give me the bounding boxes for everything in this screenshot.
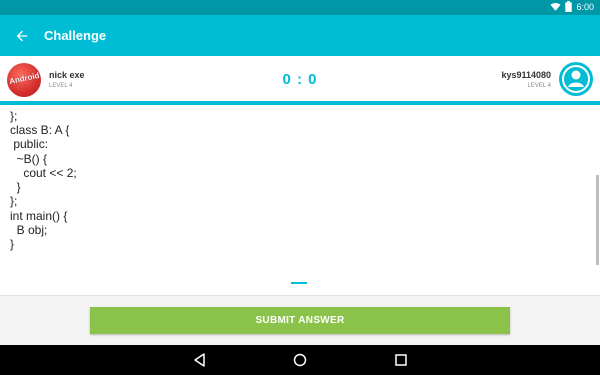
code-line: } bbox=[10, 180, 21, 194]
wifi-icon bbox=[550, 2, 561, 11]
score: 0 : 0 bbox=[282, 71, 318, 88]
code-line: ~B() { bbox=[10, 152, 48, 166]
status-bar: 6:00 bbox=[0, 0, 600, 15]
battery-icon bbox=[565, 1, 573, 12]
back-triangle-icon[interactable] bbox=[192, 352, 208, 368]
app-bar: Challenge bbox=[0, 15, 600, 56]
code-line: B obj; bbox=[10, 223, 48, 237]
clock: 6:00 bbox=[576, 1, 594, 12]
code-line: class B: A { bbox=[10, 123, 70, 137]
code-line: public: bbox=[10, 137, 49, 151]
code-line: }; bbox=[10, 194, 18, 208]
code-line: int main() { bbox=[10, 209, 68, 223]
code-line: } bbox=[10, 237, 15, 251]
navigation-bar bbox=[0, 345, 600, 375]
divider bbox=[0, 295, 600, 296]
status-icons: 6:00 bbox=[550, 1, 594, 12]
scrollbar[interactable] bbox=[596, 175, 599, 265]
home-circle-icon[interactable] bbox=[292, 352, 308, 368]
recents-square-icon[interactable] bbox=[393, 352, 409, 368]
page-indicator bbox=[291, 282, 307, 284]
arrow-left-icon[interactable] bbox=[14, 28, 30, 44]
submit-answer-button[interactable]: SUBMIT ANSWER bbox=[90, 307, 510, 334]
code-line: cout << 2; bbox=[10, 166, 77, 180]
question-code-block: }; class B: A { public: ~B() { cout << 2… bbox=[0, 105, 600, 295]
page-title: Challenge bbox=[44, 28, 107, 43]
code-line: }; bbox=[10, 109, 18, 123]
